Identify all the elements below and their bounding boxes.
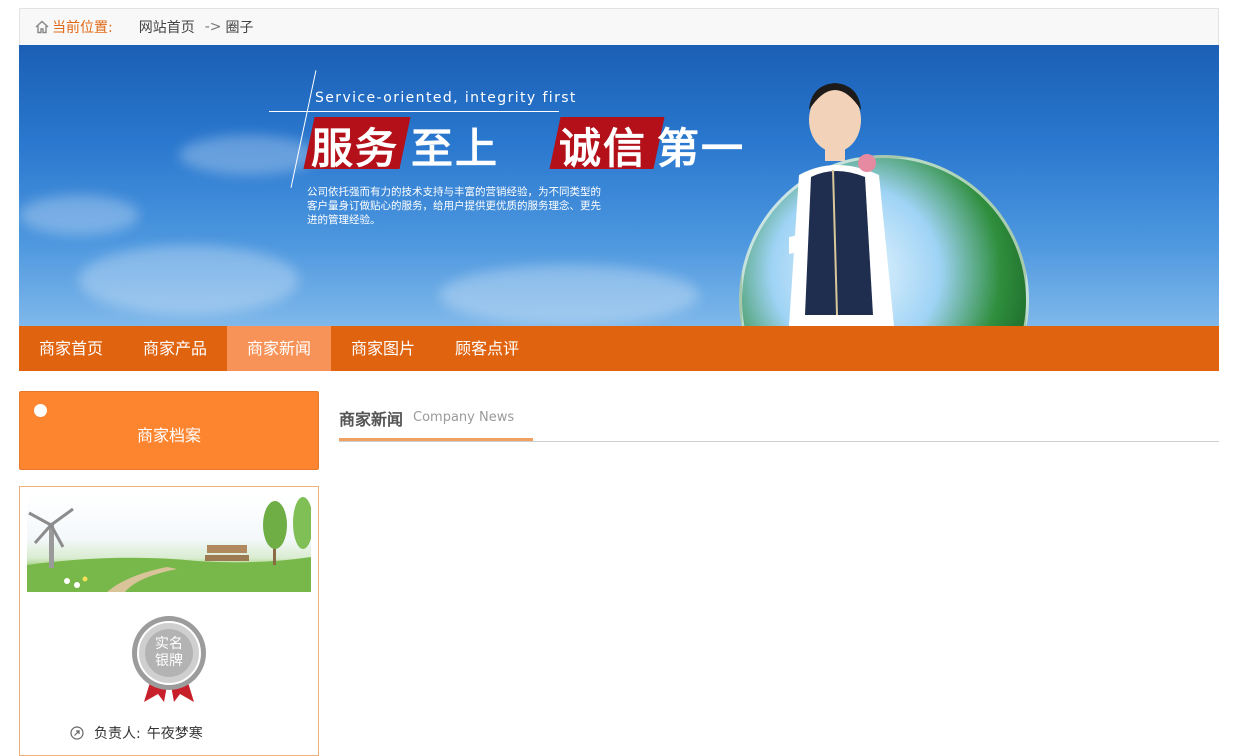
current-location-label: 当前位置: (52, 20, 113, 36)
link-icon (70, 726, 84, 740)
slogan-english: Service-oriented, integrity first (315, 90, 577, 106)
breadcrumb-separator: -> (204, 19, 222, 35)
section-subtitle: Company News (413, 410, 515, 425)
nav-item-pictures[interactable]: 商家图片 (331, 326, 435, 371)
owner-label: 负责人: (94, 726, 141, 742)
slogan-cn-1a: 服务 (311, 124, 400, 173)
nav-item-products[interactable]: 商家产品 (123, 326, 227, 371)
section-title: 商家新闻 (339, 410, 404, 429)
section-title-underline (339, 438, 533, 441)
banner-description: 公司依托强而有力的技术支持与丰富的营销经验，为不同类型的客户量身订做贴心的服务，… (307, 186, 601, 226)
owner-name: 午夜梦寒 (146, 726, 203, 742)
main-nav: 商家首页 商家产品 商家新闻 商家图片 顾客点评 (19, 326, 1219, 371)
merchant-info-card: 实名银牌 负责人: 午夜梦寒 (19, 486, 319, 756)
breadcrumb-home-link[interactable]: 网站首页 (139, 17, 195, 37)
nav-item-reviews[interactable]: 顾客点评 (435, 326, 539, 371)
home-icon (34, 19, 50, 35)
stewardess-illustration (789, 83, 894, 326)
hero-banner: Service-oriented, integrity first 服务 至上 … (19, 45, 1219, 326)
owner-row: 负责人: 午夜梦寒 (70, 723, 203, 743)
merchant-profile-tab[interactable]: 商家档案 (19, 391, 319, 470)
merchant-banner-image (27, 495, 311, 592)
breadcrumb: 当前位置: 网站首页 -> 圈子 (19, 8, 1219, 45)
silver-badge-icon: 实名银牌 (130, 614, 208, 702)
slogan-cn-1b: 至上 (411, 124, 500, 173)
nav-item-news[interactable]: 商家新闻 (227, 326, 331, 371)
nav-item-home[interactable]: 商家首页 (19, 326, 123, 371)
badge-text: 实名银牌 (155, 636, 183, 669)
slogan-cn-2a: 诚信 (559, 124, 648, 173)
bullet-icon (34, 404, 47, 417)
merchant-profile-label: 商家档案 (136, 426, 201, 445)
breadcrumb-current[interactable]: 圈子 (226, 17, 254, 37)
news-section-header: 商家新闻 Company News (339, 400, 1219, 442)
slogan-cn-2b: 第一 (657, 124, 746, 173)
